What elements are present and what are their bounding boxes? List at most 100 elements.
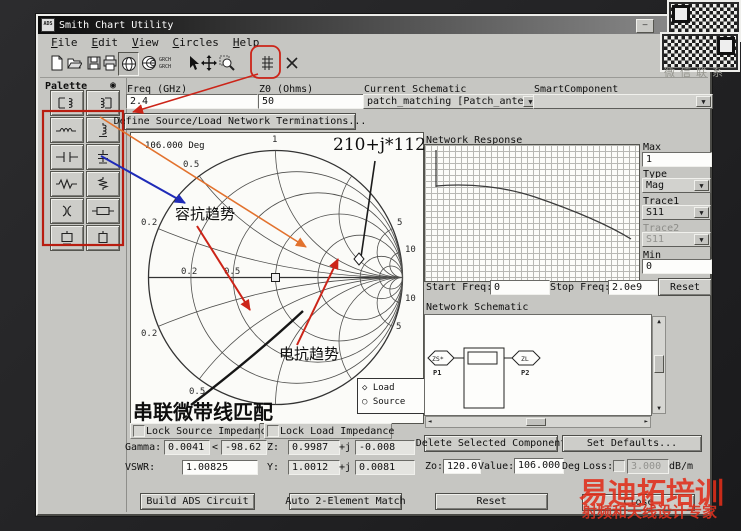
stop-freq-input[interactable]: 2.0e9	[608, 280, 658, 295]
grid-toggle-icon[interactable]: GRCH GRCH	[157, 52, 176, 74]
menu-edit[interactable]: Edit	[89, 35, 122, 50]
delete-component-button[interactable]: Delete Selected Component	[416, 435, 566, 452]
scroll-down-icon[interactable]: ▼	[653, 405, 665, 412]
smartcomponent-dropdown[interactable]: ▼	[533, 94, 713, 109]
plus-j-label: +j	[339, 462, 352, 473]
start-freq-input[interactable]: 0	[490, 280, 550, 295]
chart-legend: ◇ Load ○ Source	[357, 378, 429, 414]
move-icon[interactable]	[199, 52, 218, 74]
source-marker[interactable]	[271, 273, 280, 282]
open-file-icon[interactable]	[64, 52, 83, 74]
palette-series-capacitor-button[interactable]	[50, 144, 84, 170]
deg-label: Deg	[562, 461, 581, 472]
response-reset-button[interactable]: Reset	[658, 278, 712, 296]
palette-open-stub-button[interactable]	[86, 225, 120, 251]
build-ads-circuit-button[interactable]: Build ADS Circuit	[140, 493, 255, 510]
palette-shorted-stub-button[interactable]	[50, 225, 84, 251]
main-reset-button[interactable]: Reset	[435, 493, 548, 510]
schematic-horizontal-scrollbar[interactable]: ◄ ►	[425, 416, 651, 428]
trace1-dropdown[interactable]: S11 ▼	[642, 205, 711, 220]
scroll-left-icon[interactable]: ◄	[428, 418, 432, 425]
chevron-down-icon[interactable]: ▼	[694, 207, 709, 218]
lock-source-bar: Lock Source Impedance	[130, 423, 272, 439]
svg-text:P2: P2	[521, 369, 529, 377]
reactance-trend-note: 电抗趋势	[279, 346, 340, 363]
s11-curve	[435, 184, 632, 240]
hscroll-thumb[interactable]	[526, 418, 546, 426]
svg-text:GRCH: GRCH	[159, 64, 171, 70]
tline-component[interactable]	[467, 351, 498, 365]
axis-label: 0.5	[224, 267, 240, 277]
palette-shunt-capacitor-button[interactable]	[86, 144, 120, 170]
menu-file[interactable]: File	[48, 35, 81, 50]
chart-caption: 串联微带线匹配	[133, 402, 273, 424]
axis-label: 0.2	[141, 329, 157, 339]
wechat-contact-caption: 微信联系	[664, 66, 728, 79]
define-terminations-button[interactable]: Define Source/Load Network Terminations.…	[114, 113, 366, 130]
svg-text:ZS*: ZS*	[432, 355, 444, 363]
network-response-plot[interactable]	[424, 144, 640, 282]
trace2-dropdown: S11 ▼	[642, 232, 711, 247]
gamma-mag-field[interactable]: 0.0041	[164, 440, 210, 455]
smith-chart-display-icon[interactable]	[118, 52, 139, 76]
type-dropdown[interactable]: Mag ▼	[642, 178, 711, 193]
palette-shunt-inductor-right-button[interactable]	[86, 90, 120, 116]
menu-view[interactable]: View	[129, 35, 162, 50]
menu-help[interactable]: Help	[230, 35, 263, 50]
palette-series-inductor-button[interactable]	[50, 117, 84, 143]
selection-box	[463, 347, 505, 409]
palette-transmission-line-button[interactable]	[86, 198, 120, 224]
chevron-down-icon[interactable]: ▼	[694, 180, 709, 191]
vswr-label: VSWR:	[125, 462, 156, 473]
zo-input[interactable]: 120.0	[443, 459, 481, 474]
watermark-tagline: 射频和天线设计专家	[582, 504, 718, 521]
network-schematic-canvas[interactable]: ZS* P1 ZL P2	[424, 314, 652, 416]
y-real-field[interactable]: 1.0012	[288, 460, 340, 475]
print-icon[interactable]	[100, 52, 119, 74]
title-bar[interactable]: ADS Smith Chart Utility —	[38, 16, 710, 34]
zoom-area-icon[interactable]	[217, 52, 236, 74]
z-real-field[interactable]: 0.9987	[288, 440, 340, 455]
scroll-right-icon[interactable]: ►	[644, 418, 648, 425]
smith-chart-panel[interactable]: 1 0.5 0.2 0.2 0.5 5 10 10 5 0.2 0.5 106.…	[130, 132, 429, 424]
lock-source-checkbox[interactable]	[133, 425, 145, 437]
z0-input[interactable]: 50	[258, 94, 372, 109]
y-imag-field[interactable]: 0.0081	[355, 460, 415, 475]
rotation-deg-readout: 106.000 Deg	[145, 141, 205, 151]
palette-series-resistor-button[interactable]	[50, 171, 84, 197]
axis-label: 0.5	[183, 160, 199, 170]
palette-shunt-inductor-left-button[interactable]	[50, 90, 84, 116]
current-schematic-dropdown[interactable]: patch_matching [Patch_antenna_ ▼	[363, 94, 540, 109]
vswr-field[interactable]: 1.00825	[182, 460, 258, 475]
vscroll-thumb[interactable]	[654, 355, 664, 373]
load-legend-icon: ◇	[362, 383, 368, 393]
menu-circles[interactable]: Circles	[170, 35, 222, 50]
auto-match-button[interactable]: Auto 2-Element Match	[285, 493, 406, 510]
gamma-angle-field[interactable]: -98.62	[221, 440, 267, 455]
z-imag-field[interactable]: -0.008	[355, 440, 415, 455]
axis-label: 0.2	[141, 218, 157, 228]
axis-label: 0.2	[181, 267, 197, 277]
value-input[interactable]: 106.000	[514, 458, 564, 474]
chevron-down-icon[interactable]: ▼	[696, 96, 711, 107]
delete-icon[interactable]	[282, 52, 301, 74]
gamma-label: Gamma:	[125, 442, 162, 453]
value-label: Value:	[478, 461, 515, 472]
lock-load-checkbox[interactable]	[267, 425, 279, 437]
scroll-up-icon[interactable]: ▲	[653, 318, 665, 325]
angle-sign: <	[212, 442, 219, 453]
min-input[interactable]: 0	[642, 259, 712, 274]
smith-chart-icon[interactable]	[139, 52, 158, 74]
freq-input[interactable]: 2.4	[126, 94, 258, 109]
axis-label: 5	[396, 322, 401, 332]
minimize-button[interactable]: —	[636, 19, 654, 33]
palette-transformer-button[interactable]	[50, 198, 84, 224]
max-input[interactable]: 1	[642, 152, 712, 167]
grid-icon[interactable]	[257, 52, 276, 74]
axis-label: 5	[397, 218, 402, 228]
network-schematic-title: Network Schematic	[426, 302, 529, 313]
axis-label: 1	[272, 135, 277, 145]
set-defaults-button[interactable]: Set Defaults...	[562, 435, 702, 452]
palette-shunt-resistor-button[interactable]	[86, 171, 120, 197]
schematic-vertical-scrollbar[interactable]: ▲ ▼	[652, 316, 666, 414]
